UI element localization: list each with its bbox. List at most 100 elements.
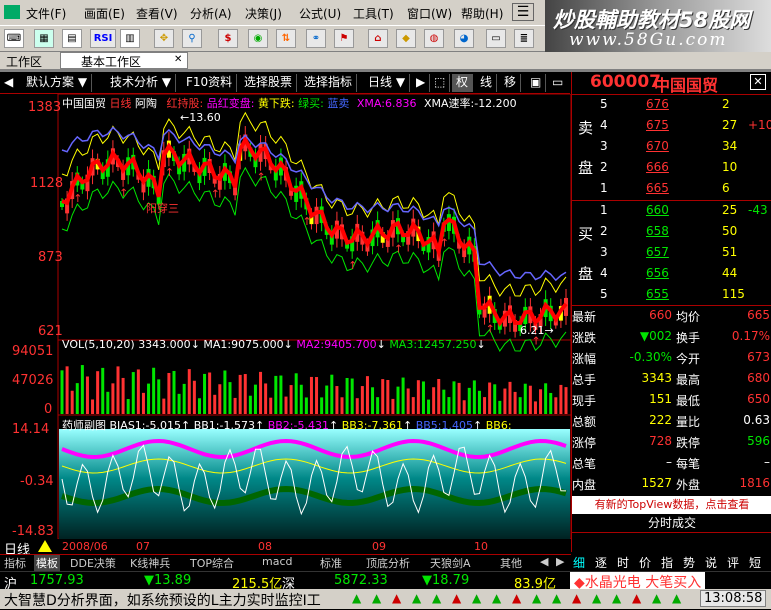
tab-sirius[interactable]: 天狼剑A bbox=[430, 555, 471, 571]
tab-close-icon[interactable]: ✕ bbox=[174, 54, 182, 65]
volume-bar bbox=[386, 379, 390, 414]
ticker-arrow-icon: ▲ bbox=[472, 591, 482, 605]
rtab-index[interactable]: 指 bbox=[661, 554, 673, 571]
ticker-text[interactable]: 大智慧D分析界面，如系统预设的L主力实时监控I工 bbox=[4, 590, 321, 610]
volume-bar bbox=[320, 397, 324, 414]
bb1: -1.573 bbox=[219, 419, 255, 432]
tab-other[interactable]: 其他 bbox=[500, 555, 522, 571]
ticker-arrow-icon: ▲ bbox=[632, 591, 642, 605]
rsi-button[interactable]: RSI bbox=[90, 29, 116, 48]
volume-bar bbox=[91, 399, 95, 414]
sh-index: 1757.93 bbox=[30, 573, 84, 588]
home-icon[interactable]: ⌂ bbox=[368, 29, 388, 48]
grid-icon[interactable]: ▤ bbox=[62, 29, 82, 48]
tab-prev-icon[interactable]: ◀ bbox=[540, 555, 548, 568]
menu-window[interactable]: 窗口(W) bbox=[407, 5, 452, 22]
tab-kline-god[interactable]: K线神兵 bbox=[130, 555, 170, 571]
hamburger-icon[interactable]: ☰ bbox=[512, 3, 534, 21]
tab-next-icon[interactable]: ▶ bbox=[556, 555, 564, 568]
rtab-note[interactable]: 说 bbox=[705, 554, 717, 571]
circle-icon[interactable]: ◍ bbox=[424, 29, 444, 48]
tab-top[interactable]: TOP综合 bbox=[190, 555, 234, 571]
menu-tools[interactable]: 工具(T) bbox=[353, 5, 394, 22]
cursor-icon[interactable]: ⬚ bbox=[430, 74, 451, 92]
minimize-icon[interactable]: ▭ bbox=[548, 74, 567, 92]
sz-change: ▼18.79 bbox=[422, 573, 470, 588]
volume-bar bbox=[330, 374, 334, 414]
fn-label: 技术分析 bbox=[110, 75, 159, 89]
time-sales-header[interactable]: 分时成交 bbox=[572, 515, 771, 533]
buy-label: 盘 bbox=[578, 265, 594, 283]
stat-value: 728 bbox=[649, 434, 672, 448]
signal-arrow: ↑ bbox=[119, 187, 128, 200]
menu-formula[interactable]: 公式(U) bbox=[299, 5, 341, 22]
book-delta: -43 bbox=[748, 203, 768, 217]
crosshair-icon[interactable]: ✥ bbox=[154, 29, 174, 48]
alert-icon[interactable]: ⚑ bbox=[334, 29, 354, 48]
volume-bar bbox=[365, 376, 369, 414]
stat-label: 现手 bbox=[572, 394, 597, 408]
rtab-short[interactable]: 短 bbox=[749, 554, 761, 571]
tab-basic-workspace[interactable]: 基本工作区 bbox=[60, 52, 188, 69]
fn-line[interactable]: 线 bbox=[476, 74, 498, 92]
table-icon[interactable]: ▥ bbox=[120, 29, 140, 48]
kline-icon[interactable]: ▦ bbox=[34, 29, 54, 48]
diamond-icon[interactable]: ◆ bbox=[396, 29, 416, 48]
fn-default-scheme[interactable]: 默认方案 ▼ bbox=[22, 74, 93, 92]
menu-analyze[interactable]: 分析(A) bbox=[190, 5, 232, 22]
fn-move[interactable]: 移 bbox=[500, 74, 522, 92]
volume-bar bbox=[106, 391, 110, 414]
fn-period[interactable]: 日线 ▼ bbox=[364, 74, 411, 92]
tab-template[interactable]: 模板 bbox=[34, 555, 60, 571]
tab-top-bottom[interactable]: 顶底分析 bbox=[366, 555, 410, 571]
menu-screen[interactable]: 画面(E) bbox=[84, 5, 125, 22]
tab-indicator[interactable]: 指标 bbox=[4, 555, 26, 571]
fn-select-indicator[interactable]: 选择指标 bbox=[300, 74, 358, 92]
tab-dde[interactable]: DDE决策 bbox=[70, 555, 116, 571]
zoom-icon[interactable]: ⚲ bbox=[182, 29, 202, 48]
menu-view[interactable]: 查看(V) bbox=[136, 5, 178, 22]
tab-macd[interactable]: macd bbox=[262, 555, 293, 568]
menu-help[interactable]: 帮助(H) bbox=[461, 5, 503, 22]
prev-icon[interactable]: ◀ bbox=[0, 74, 17, 92]
volume-bar bbox=[157, 379, 161, 414]
fn-tech-analysis[interactable]: 技术分析 ▼ bbox=[106, 74, 177, 92]
fn-f10[interactable]: F10资料 bbox=[182, 74, 238, 92]
vol-ma2: 9405.700 bbox=[324, 338, 377, 351]
workspace-bar: 工作区 基本工作区 ✕ bbox=[0, 52, 771, 70]
keyboard-icon[interactable]: ⌨ bbox=[4, 29, 24, 48]
menu-file[interactable]: 文件(F) bbox=[26, 5, 66, 22]
date-tick: 08 bbox=[258, 540, 272, 553]
fn-select-stock[interactable]: 选择股票 bbox=[240, 74, 298, 92]
rtab-detail[interactable]: 细 bbox=[573, 554, 585, 571]
topview-link[interactable]: 有新的TopView数据，点击查看 bbox=[572, 496, 771, 514]
dollar-button[interactable]: $ bbox=[218, 29, 238, 48]
globe-icon[interactable]: ◕ bbox=[454, 29, 474, 48]
bias-label: 药师副图 bbox=[62, 419, 106, 432]
volume-bar bbox=[253, 384, 257, 414]
sort-icon[interactable]: ⇅ bbox=[276, 29, 296, 48]
rtab-time[interactable]: 时 bbox=[617, 554, 629, 571]
rtab-price[interactable]: 价 bbox=[639, 554, 651, 571]
news-ticker: 大智慧D分析界面，如系统预设的L主力实时监控I工 ▲ ▲ ▲ ▲ ▲ ▲ ▲ ▲ ▲ ▲ ▲ ▲ ▲ ▲ ▲… bbox=[0, 589, 771, 609]
play-icon[interactable]: ▶ bbox=[412, 74, 431, 92]
menu-decision[interactable]: 决策(J) bbox=[245, 5, 282, 22]
fn-rights[interactable]: 权 bbox=[452, 74, 474, 92]
tab-standard[interactable]: 标准 bbox=[320, 555, 342, 571]
list-icon[interactable]: ≣ bbox=[514, 29, 534, 48]
legend-xma-label: XMA: bbox=[356, 97, 385, 110]
window-icon[interactable]: ▭ bbox=[486, 29, 506, 48]
restore-icon[interactable]: ▣ bbox=[526, 74, 547, 92]
binoculars-icon[interactable]: ⚭ bbox=[306, 29, 326, 48]
rtab-tick[interactable]: 逐 bbox=[595, 554, 607, 571]
book-volume: 6 bbox=[722, 181, 730, 195]
close-icon[interactable]: ✕ bbox=[750, 74, 766, 90]
book-price: 658 bbox=[646, 224, 669, 238]
kline-chart[interactable]: ↑ ↑↑↑↑↑↑↑ ↑↑↑ bbox=[0, 94, 571, 539]
volume-bar bbox=[238, 374, 242, 414]
pattern-icon[interactable]: ◉ bbox=[248, 29, 268, 48]
rtab-review[interactable]: 评 bbox=[727, 554, 739, 571]
stat-label: 跌停 bbox=[676, 436, 701, 450]
rtab-trend[interactable]: 势 bbox=[683, 554, 695, 571]
triangle-icon[interactable] bbox=[38, 540, 52, 552]
